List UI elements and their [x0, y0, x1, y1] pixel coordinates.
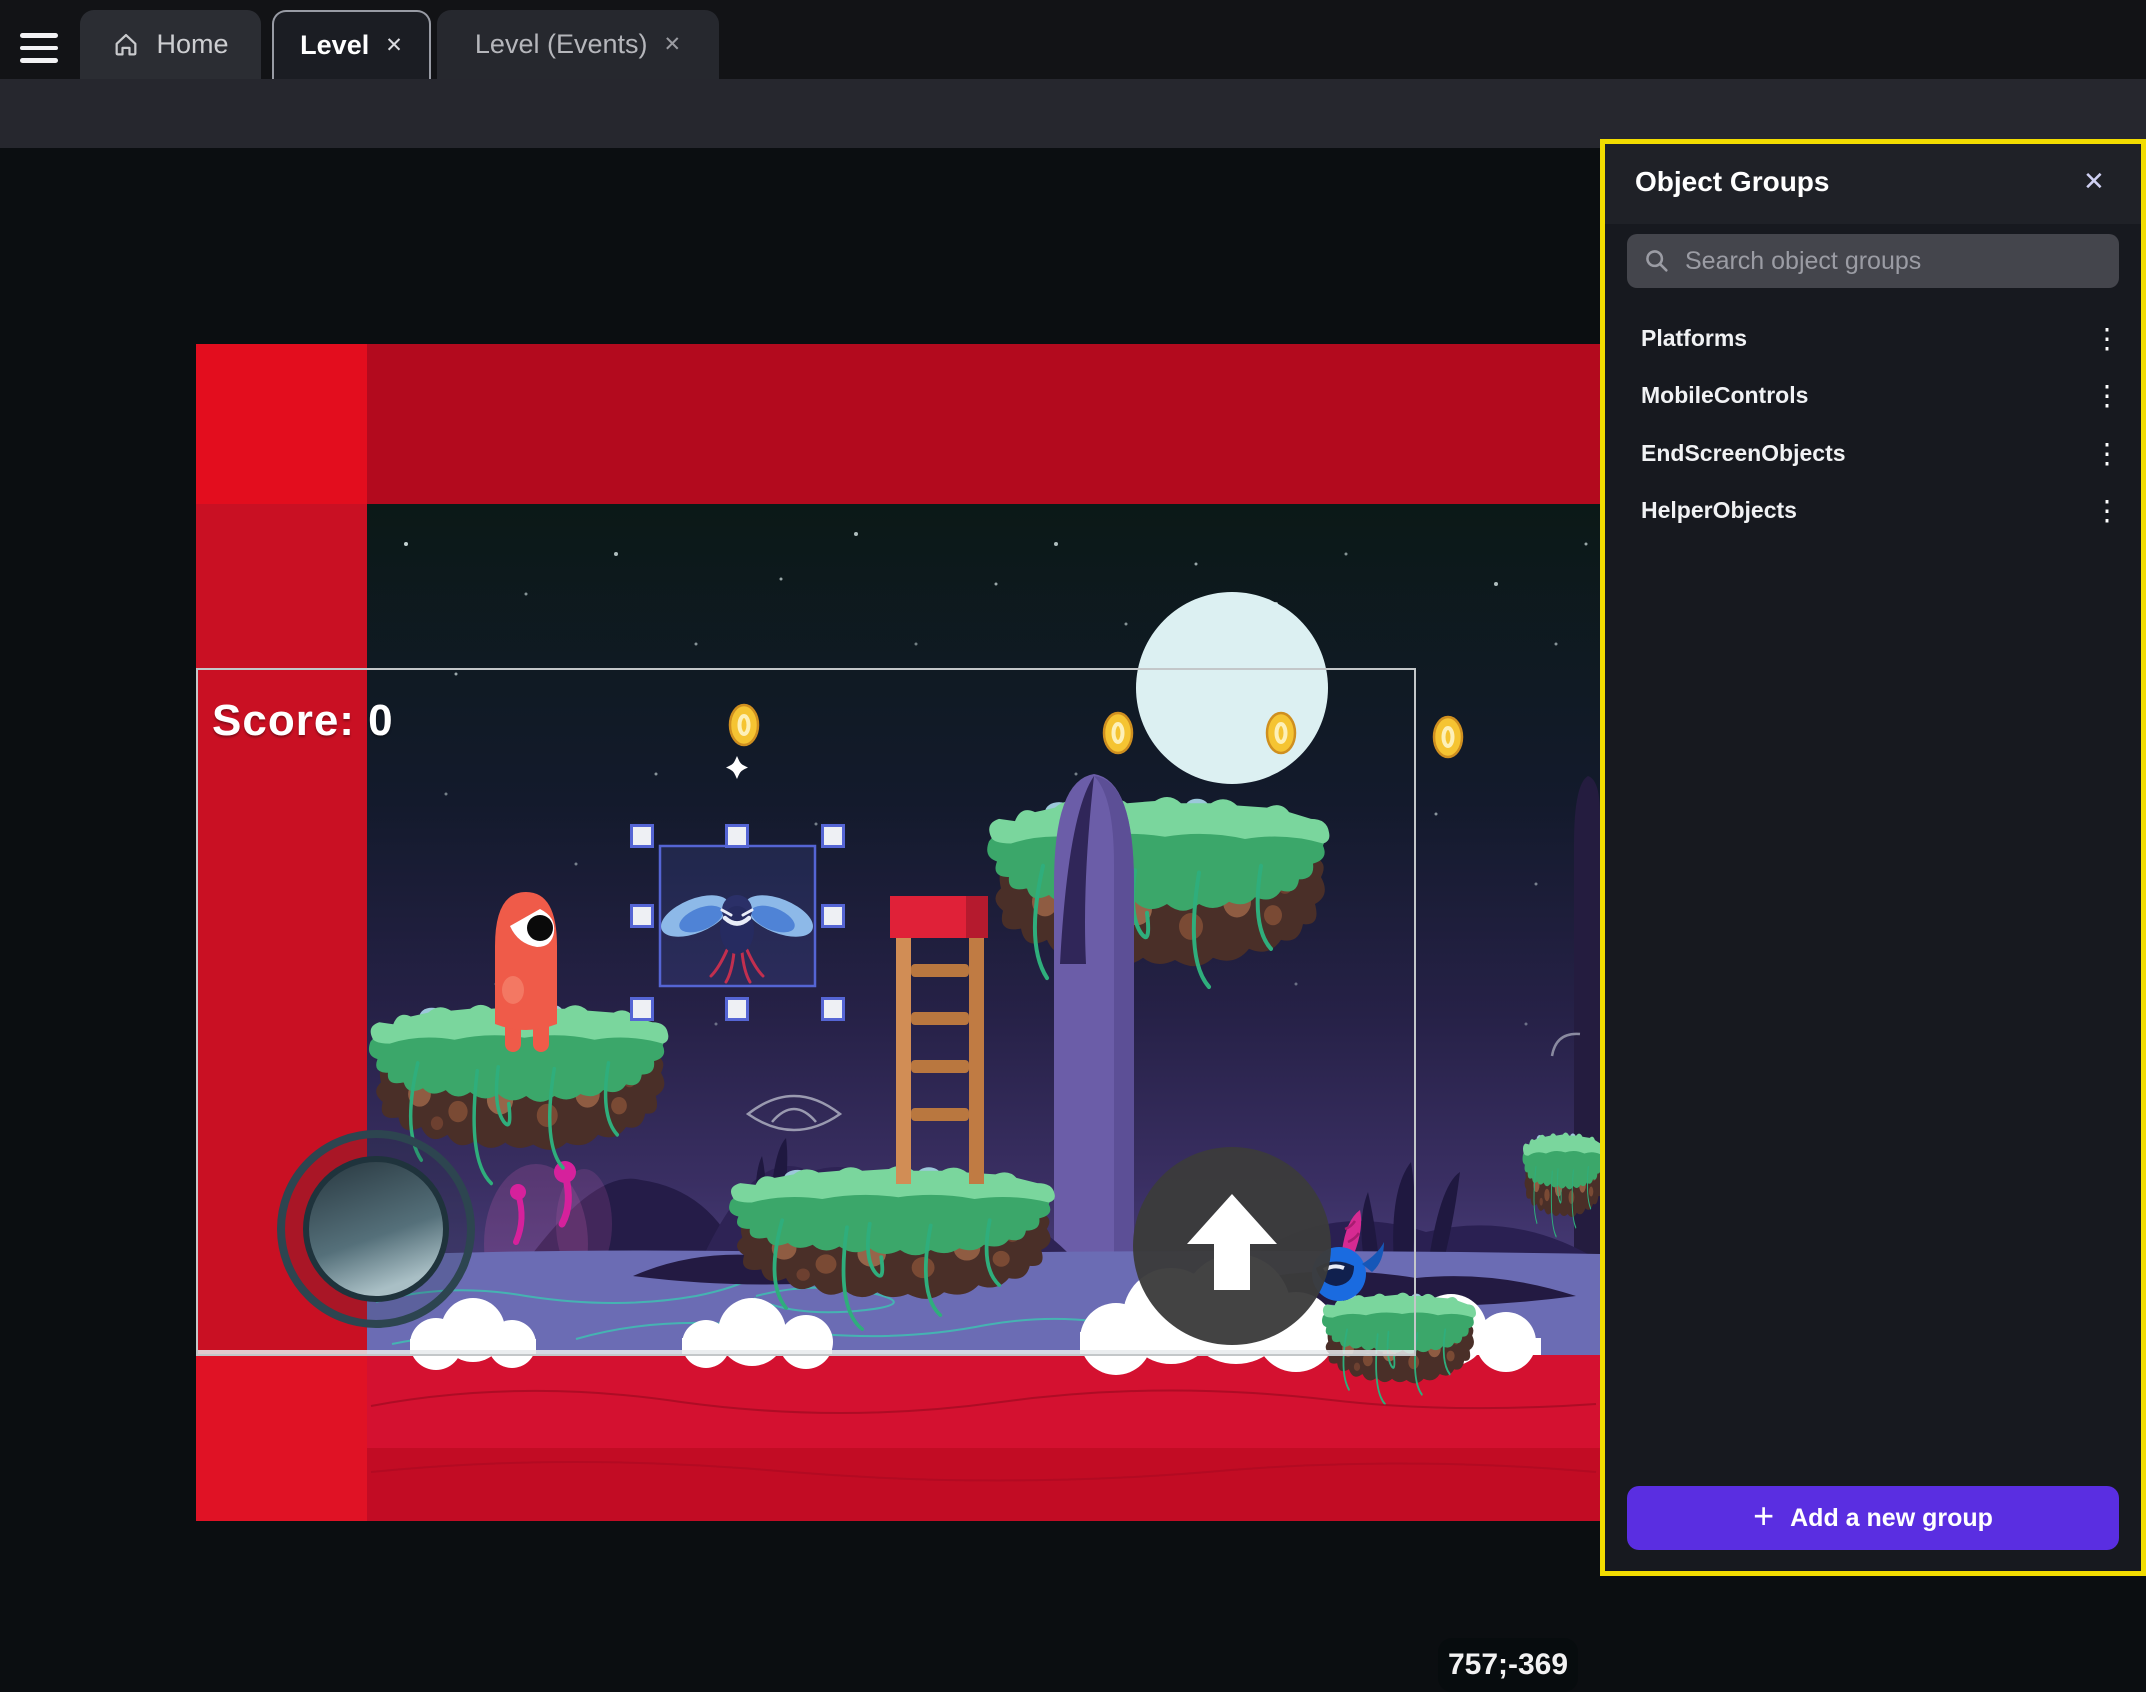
group-name: EndScreenObjects — [1641, 440, 2093, 467]
background-rock-tower — [1054, 774, 1134, 1308]
search-input[interactable] — [1685, 247, 2103, 276]
kebab-menu-icon[interactable]: ⋮ — [2093, 379, 2117, 412]
group-name: MobileControls — [1641, 382, 2093, 409]
panel-title: Object Groups — [1635, 166, 1829, 198]
joystick-control-sprite[interactable] — [281, 1134, 471, 1324]
selected-fly-enemy[interactable] — [655, 846, 818, 986]
moon-sprite[interactable] — [1136, 592, 1328, 784]
coin-sprite[interactable] — [1104, 713, 1132, 753]
tab-home-label: Home — [156, 29, 228, 60]
panel-close-icon[interactable]: ✕ — [2083, 166, 2105, 197]
coin-sprite[interactable] — [730, 705, 758, 745]
scene-red-corner — [196, 344, 367, 504]
search-icon — [1643, 247, 1671, 275]
coin-sprite[interactable] — [1267, 713, 1295, 753]
panel-header: Object Groups ✕ — [1605, 144, 2141, 224]
tab-close-icon[interactable]: ✕ — [663, 32, 681, 57]
tab-home[interactable]: Home — [80, 10, 261, 79]
kebab-menu-icon[interactable]: ⋮ — [2093, 494, 2117, 527]
object-groups-panel: Object Groups ✕ Platforms ⋮ MobileContro… — [1600, 139, 2146, 1576]
coin-sprite[interactable] — [1434, 717, 1462, 757]
group-name: Platforms — [1641, 325, 2093, 352]
scene-red-bottom-band — [367, 1448, 1600, 1521]
tab-level-active[interactable]: Level ✕ — [272, 10, 431, 79]
tab-level-label: Level — [300, 30, 369, 61]
home-icon — [112, 31, 140, 59]
score-text: Score: 0 — [212, 696, 394, 746]
group-row-endscreenobjects[interactable]: EndScreenObjects ⋮ — [1605, 425, 2141, 482]
background-rock-pillar — [1574, 776, 1600, 1304]
jump-button-sprite[interactable] — [1133, 1147, 1331, 1345]
scene-red-corner — [196, 1355, 367, 1521]
search-box[interactable] — [1627, 234, 2119, 288]
kebab-menu-icon[interactable]: ⋮ — [2093, 437, 2117, 470]
cursor-coordinates-badge: 757;-369 — [1438, 1638, 1578, 1692]
camera-frame-baseline — [196, 1350, 1415, 1354]
tab-bar: Home Level ✕ Level (Events) ✕ — [0, 0, 2146, 79]
group-row-mobilecontrols[interactable]: MobileControls ⋮ — [1605, 367, 2141, 424]
editor-toolbar: Preview ▾ Publish — [0, 79, 2146, 148]
group-name: HelperObjects — [1641, 497, 2093, 524]
tab-close-icon[interactable]: ✕ — [385, 33, 403, 58]
tab-level-events[interactable]: Level (Events) ✕ — [437, 10, 719, 79]
scene-red-top-band — [196, 344, 1600, 504]
plus-icon: + — [1753, 1495, 1774, 1537]
hamburger-menu-icon[interactable] — [20, 33, 58, 63]
tab-level-events-label: Level (Events) — [475, 29, 648, 60]
kebab-menu-icon[interactable]: ⋮ — [2093, 322, 2117, 355]
add-group-button-label: Add a new group — [1790, 1504, 1993, 1533]
group-row-platforms[interactable]: Platforms ⋮ — [1605, 310, 2141, 367]
game-scene[interactable] — [196, 344, 1600, 1521]
add-group-button[interactable]: + Add a new group — [1627, 1486, 2119, 1550]
group-row-helperobjects[interactable]: HelperObjects ⋮ — [1605, 482, 2141, 539]
